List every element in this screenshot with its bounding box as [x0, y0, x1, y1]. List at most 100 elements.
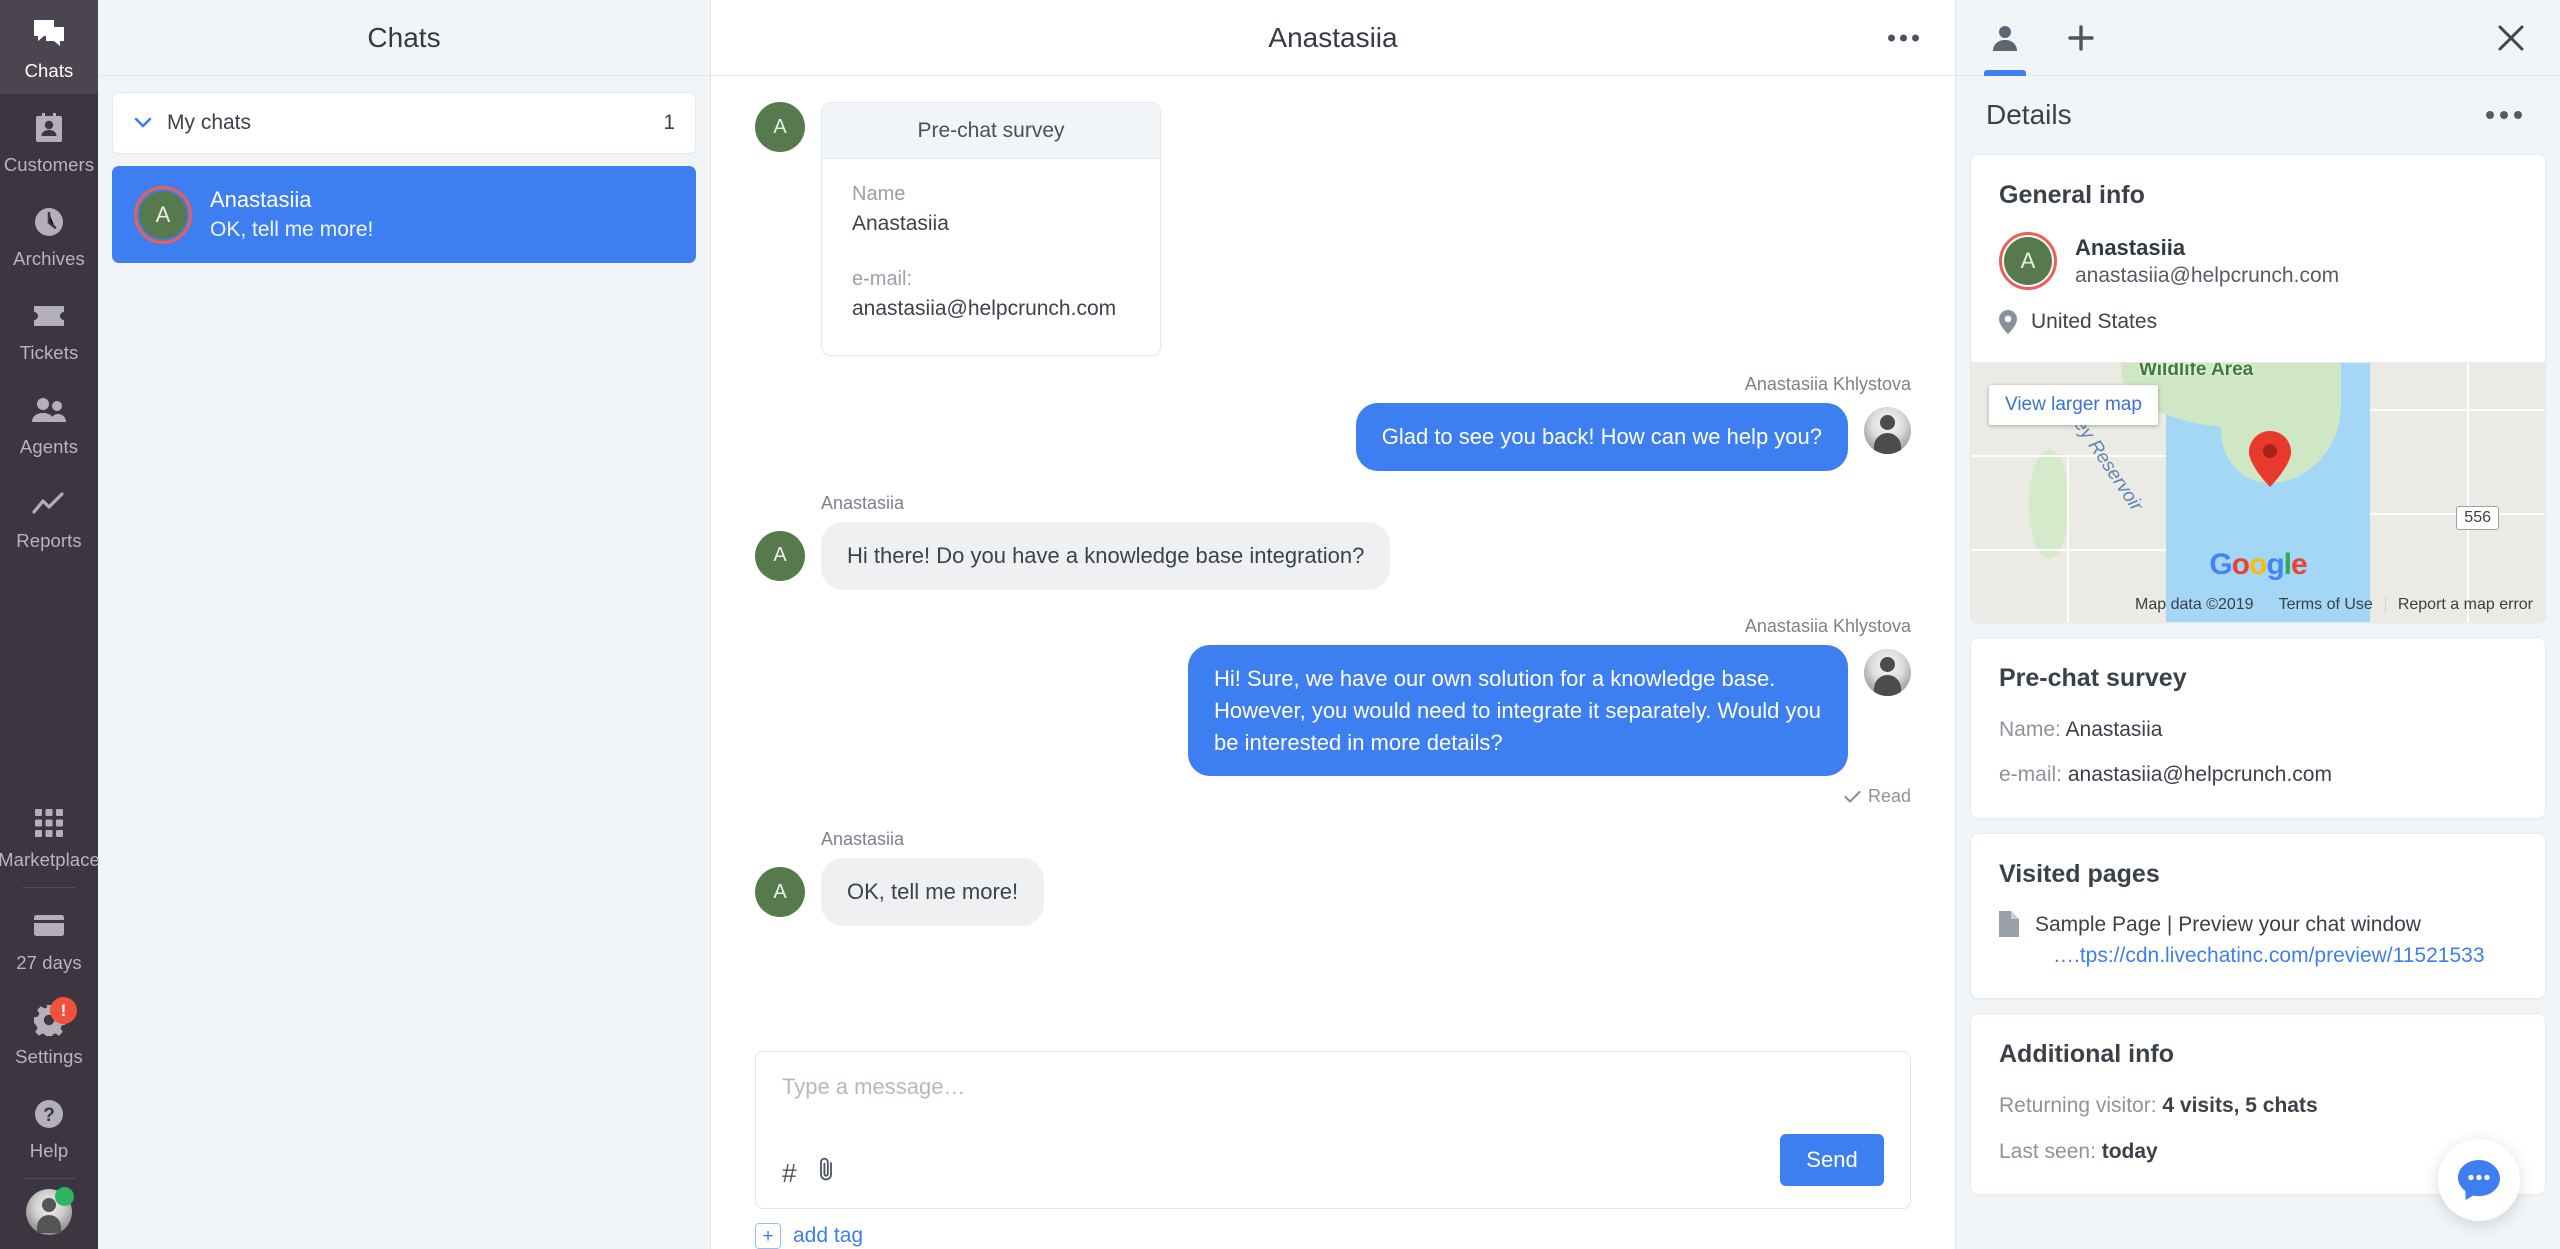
avatar: A	[134, 185, 192, 244]
sidebar-item-label: Agents	[19, 436, 79, 457]
sidebar-item-tickets[interactable]: Tickets	[0, 282, 98, 376]
sidebar-item-help[interactable]: ? Help	[0, 1080, 98, 1174]
chat-group-my-chats[interactable]: My chats 1	[112, 92, 696, 154]
visited-page-title: Sample Page | Preview your chat window	[2035, 912, 2421, 936]
add-tag-link[interactable]: add tag	[793, 1224, 863, 1248]
map-pin-icon	[1999, 310, 2017, 334]
details-tabbar	[1956, 0, 2560, 76]
chat-list-item[interactable]: A Anastasiia OK, tell me more!	[112, 166, 696, 263]
map-marker-icon	[2249, 431, 2291, 487]
rail-divider	[22, 1178, 76, 1179]
paperclip-icon[interactable]	[818, 1156, 835, 1186]
sidebar-item-label: Archives	[13, 248, 85, 269]
composer-toolbar: # Send	[782, 1134, 1884, 1186]
person-name: Anastasiia	[2075, 234, 2186, 260]
view-larger-map-button[interactable]: View larger map	[1989, 385, 2158, 425]
canned-response-hash-icon[interactable]: #	[782, 1160, 796, 1186]
sidebar-item-label: 27 days	[16, 952, 82, 973]
details-more-icon[interactable]	[2478, 103, 2530, 127]
person-texts: Anastasiia anastasiia@helpcrunch.com	[2075, 235, 2339, 288]
sidebar-item-label: Settings	[15, 1046, 83, 1067]
tab-person[interactable]	[1984, 0, 2026, 76]
person-row: A Anastasiia anastasiia@helpcrunch.com	[1999, 232, 2517, 290]
general-info-title: General info	[1999, 181, 2145, 209]
google-logo: Google	[2209, 548, 2307, 581]
message-row: Anastasiia Khlystova Glad to see you bac…	[755, 374, 1911, 471]
chats-icon	[31, 16, 67, 52]
message-row: Anastasiia A Hi there! Do you have a kno…	[755, 493, 1911, 590]
message-composer[interactable]: Type a message… # Send	[755, 1051, 1911, 1209]
reports-chart-icon	[31, 486, 67, 522]
message-block: Anastasiia Khlystova Glad to see you bac…	[1355, 374, 1911, 471]
avatar: A	[755, 867, 805, 918]
add-tag-plus-icon[interactable]: +	[755, 1223, 781, 1249]
composer-placeholder: Type a message…	[782, 1074, 966, 1099]
map-terms-link[interactable]: Terms of Use	[2265, 597, 2385, 613]
sidebar-item-reports[interactable]: Reports	[0, 470, 98, 564]
additional-row: Last seen: today	[1999, 1137, 2517, 1166]
message-block: Anastasiia Khlystova Hi! Sure, we have o…	[1188, 616, 1911, 808]
current-user-avatar[interactable]	[26, 1187, 74, 1235]
tab-add[interactable]	[2060, 0, 2102, 76]
pre-chat-survey-card: Pre-chat survey Name Anastasiia e-mail: …	[821, 102, 1161, 356]
message-row-survey: A Pre-chat survey Name Anastasiia e-mail…	[755, 102, 1911, 356]
archives-clock-icon	[31, 204, 67, 240]
plus-icon	[2068, 24, 2094, 51]
location-map[interactable]: Wildlife Area ey Reservoir View larger m…	[1971, 362, 2545, 622]
chat-group-count: 1	[663, 111, 675, 134]
visited-page-url[interactable]: ….tps://cdn.livechatinc.com/preview/1152…	[2035, 942, 2485, 970]
details-survey-card: Pre-chat survey Name: Anastasiia e-mail:…	[1970, 637, 2546, 819]
map-report-link[interactable]: Report a map error	[2384, 597, 2545, 613]
close-icon[interactable]	[2490, 17, 2532, 59]
sidebar-item-billing[interactable]: 27 days	[0, 892, 98, 986]
location-country: United States	[2031, 310, 2158, 333]
presence-online-indicator	[55, 1187, 74, 1206]
additional-row: Returning visitor: 4 visits, 5 chats	[1999, 1091, 2517, 1120]
conversation-panel: Anastasiia A Pre-chat survey Name Anasta…	[711, 0, 1956, 1249]
sidebar-item-label: Customers	[3, 154, 95, 175]
sidebar-item-archives[interactable]: Archives	[0, 188, 98, 282]
survey-row-label: e-mail:	[1999, 763, 2068, 787]
details-title: Details	[1986, 99, 2072, 130]
sidebar-item-settings[interactable]: ! Settings	[0, 986, 98, 1080]
agents-icon	[31, 392, 67, 428]
sidebar-item-chats[interactable]: Chats	[0, 0, 98, 94]
details-survey-body: Pre-chat survey Name: Anastasiia e-mail:…	[1971, 638, 2545, 818]
avatar: A	[755, 102, 805, 152]
chat-group-label: My chats	[167, 111, 252, 134]
conversation-title: Anastasiia	[1268, 21, 1398, 53]
chevron-down-icon	[133, 113, 153, 133]
chat-widget-launcher[interactable]	[2438, 1139, 2520, 1221]
survey-name-value: Anastasiia	[852, 212, 949, 235]
survey-row: Name: Anastasiia	[1999, 715, 2517, 744]
sidebar-item-marketplace[interactable]: Marketplace	[0, 789, 100, 883]
survey-row-value: anastasiia@helpcrunch.com	[2067, 763, 2332, 787]
conversation-more-icon[interactable]	[1880, 26, 1927, 49]
sidebar-item-label: Marketplace	[0, 849, 100, 870]
avatar	[1864, 407, 1911, 454]
left-nav-rail: Chats Customers Archives Tickets Agents …	[0, 0, 100, 1249]
help-question-icon: ?	[31, 1096, 67, 1132]
document-icon	[1999, 910, 2019, 937]
read-label: Read	[1867, 786, 1911, 807]
avatar: A	[1999, 232, 2057, 290]
details-header: Details	[1956, 76, 2560, 154]
sidebar-item-agents[interactable]: Agents	[0, 376, 98, 470]
visited-page-item[interactable]: Sample Page | Preview your chat window ……	[1999, 910, 2517, 971]
messages-scroll-area[interactable]: A Pre-chat survey Name Anastasiia e-mail…	[711, 76, 1955, 1051]
send-button[interactable]: Send	[1780, 1134, 1884, 1186]
additional-row-value: 4 visits, 5 chats	[2162, 1094, 2318, 1118]
add-tag-row: + add tag	[711, 1209, 1955, 1249]
sidebar-item-customers[interactable]: Customers	[0, 94, 98, 188]
page-title: Chats	[367, 21, 441, 53]
additional-row-value: today	[2101, 1139, 2158, 1163]
chat-list-item-snippet: OK, tell me more!	[210, 218, 374, 241]
details-scroll-area[interactable]: General info A Anastasiia anastasiia@hel…	[1956, 154, 2560, 1249]
rail-divider	[22, 887, 76, 888]
map-wildlife-label: Wildlife Area	[2139, 362, 2254, 380]
message-sender: Anastasiia	[821, 492, 905, 513]
sidebar-item-label: Tickets	[19, 342, 79, 363]
chat-list-item-name: Anastasiia	[210, 187, 312, 212]
survey-row-label: Name:	[1999, 718, 2066, 741]
map-road	[2370, 409, 2545, 411]
